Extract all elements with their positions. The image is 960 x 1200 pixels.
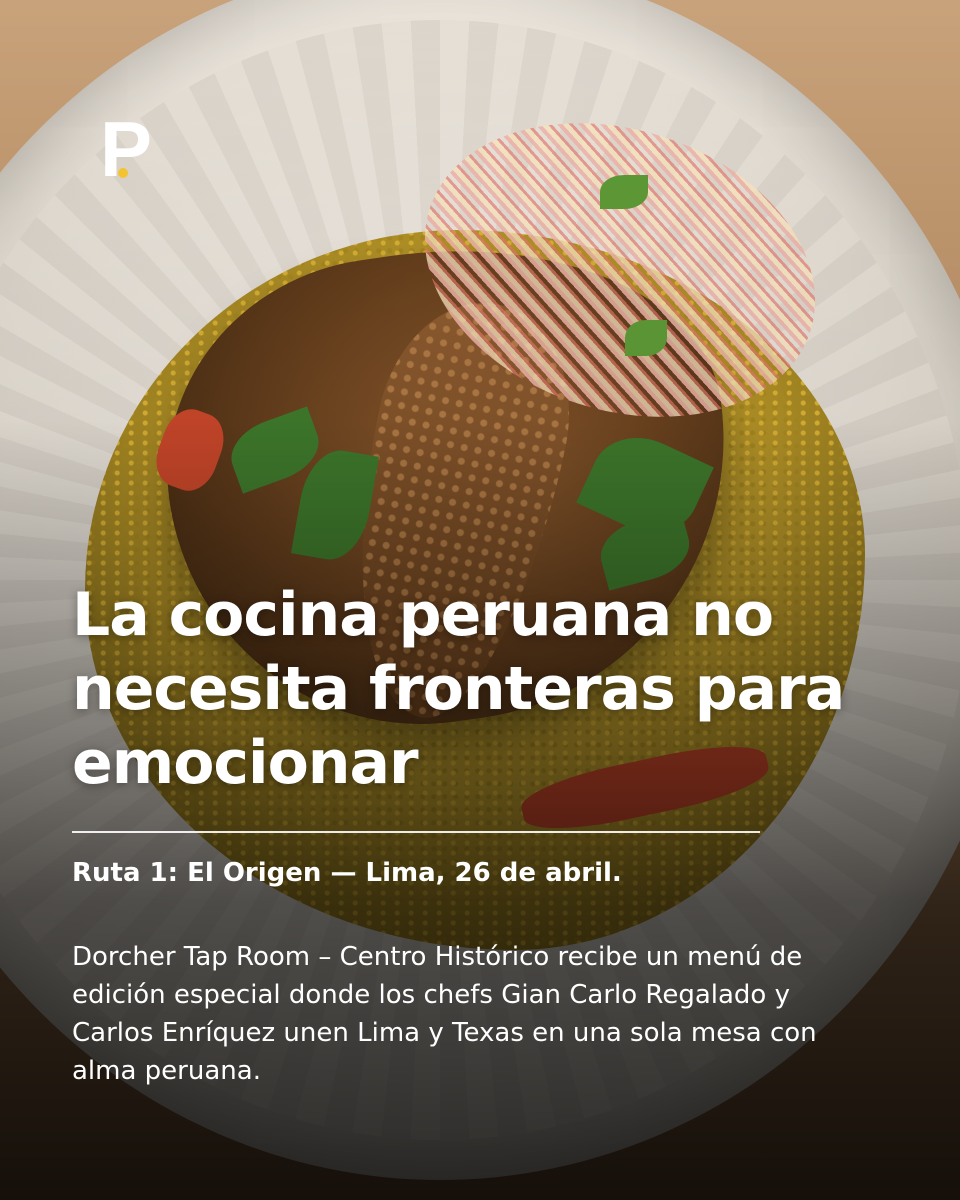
event-subtitle: Ruta 1: El Origen — Lima, 26 de abril. <box>72 858 622 888</box>
event-description: Dorcher Tap Room – Centro Histórico reci… <box>72 942 817 1086</box>
social-post: P La cocina peruana no necesita frontera… <box>0 0 960 1200</box>
divider-line <box>72 831 760 833</box>
logo-accent-dot <box>118 168 128 178</box>
post-headline: La cocina peruana no necesita fronteras … <box>72 580 845 798</box>
